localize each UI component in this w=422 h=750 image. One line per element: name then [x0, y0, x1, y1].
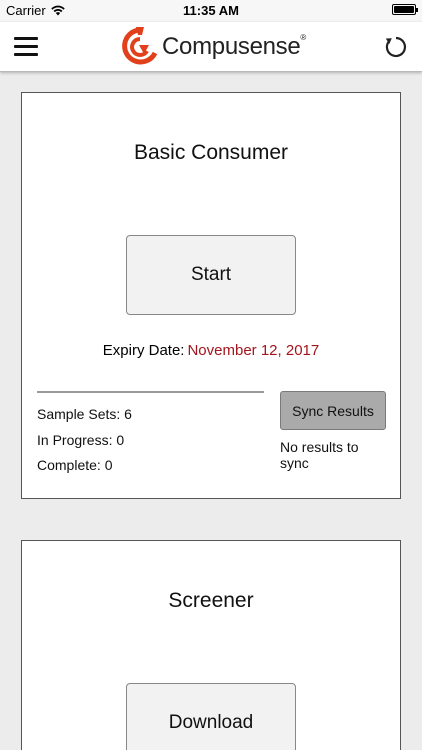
- stat-sample-sets: Sample Sets: 6: [37, 406, 132, 422]
- brand-name-text: Compusense: [162, 33, 301, 60]
- start-button-label: Start: [190, 264, 232, 285]
- compusense-logo-icon: [122, 27, 158, 65]
- stat-complete: Complete: 0: [37, 457, 113, 473]
- stats-list: Sample Sets: 6 In Progress: 0 Complete: …: [37, 406, 132, 483]
- battery-icon: [392, 4, 418, 15]
- survey-card-basic-consumer: Basic Consumer Start Expiry Date: Novembe…: [21, 92, 401, 499]
- hamburger-menu-icon[interactable]: [14, 37, 38, 57]
- stat-in-progress: In Progress: 0: [37, 431, 125, 448]
- refresh-icon[interactable]: [384, 35, 408, 59]
- download-button-label: Download: [168, 712, 254, 733]
- brand-registered-mark: ®: [300, 33, 307, 42]
- download-button[interactable]: Download: [126, 683, 296, 750]
- brand-logo: Compusense®: [122, 26, 306, 68]
- sync-results-button[interactable]: Sync Results: [280, 391, 386, 430]
- sync-results-label: Sync Results: [292, 402, 374, 419]
- expiry-info: Expiry Date: November 12, 2017: [22, 342, 400, 359]
- card-title: Screener: [168, 589, 254, 612]
- divider: [37, 391, 264, 393]
- survey-card-screener: Screener Download: [21, 540, 401, 750]
- sync-status-text: No results to sync: [280, 439, 359, 471]
- card-title: Basic Consumer: [133, 141, 289, 164]
- expiry-date: November 12, 2017: [187, 342, 320, 359]
- expiry-label: Expiry Date:: [102, 342, 185, 359]
- status-bar: Carrier 11:35 AM: [0, 0, 422, 22]
- brand-name: Compusense®: [162, 33, 306, 61]
- start-button[interactable]: Start: [126, 235, 296, 315]
- navigation-bar: Compusense®: [0, 22, 422, 72]
- clock: 11:35 AM: [183, 3, 239, 18]
